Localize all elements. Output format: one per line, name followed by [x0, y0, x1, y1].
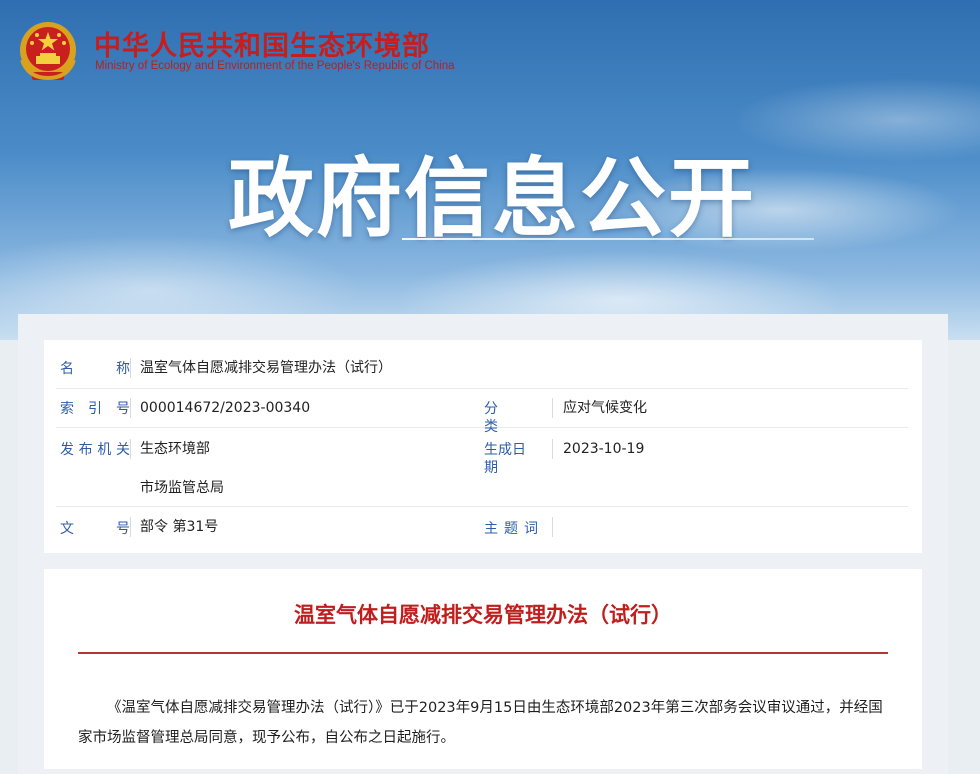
name-value: 温室气体自愿减排交易管理办法（试行） [140, 360, 392, 376]
header-banner: 中华人民共和国生态环境部 Ministry of Ecology and Env… [0, 0, 980, 340]
meta-row-issuer: 发布机关 生态环境部 市场监管总局 生成日期 2023-10-19 [56, 428, 908, 507]
index-label: 索 引 号 [60, 401, 130, 417]
article-title: 温室气体自愿减排交易管理办法（试行） [294, 603, 672, 627]
doc-number-value: 部令 第31号 [140, 519, 219, 535]
keywords-label: 主 题 词 [484, 521, 538, 537]
article-body: 温室气体自愿减排交易管理办法（试行） 《温室气体自愿减排交易管理办法（试行）》已… [44, 569, 922, 769]
separator [552, 398, 553, 418]
issuer-value: 市场监管总局 [140, 480, 224, 496]
banner-title-underline [402, 238, 814, 240]
date-label: 生成日期 [484, 442, 526, 476]
separator [130, 358, 131, 378]
meta-row-docno: 文 号 部令 第31号 主 题 词 [56, 507, 908, 545]
document-metadata-table: 名 称 温室气体自愿减排交易管理办法（试行） 索 引 号 000014672/2… [44, 340, 922, 553]
article-title-divider [78, 652, 888, 654]
name-label: 名 称 [60, 361, 130, 377]
doc-number-label: 文 号 [60, 521, 130, 537]
site-title-cn[interactable]: 中华人民共和国生态环境部 [94, 24, 430, 63]
category-value: 应对气候变化 [563, 400, 647, 416]
issuer-value: 生态环境部 [140, 441, 210, 457]
meta-row-name: 名 称 温室气体自愿减排交易管理办法（试行） [56, 350, 908, 389]
banner-title: 政府信息公开 [228, 149, 756, 249]
site-title-en[interactable]: Ministry of Ecology and Environment of t… [95, 60, 455, 72]
date-value: 2023-10-19 [563, 441, 645, 457]
issuer-label: 发布机关 [60, 442, 130, 458]
separator [552, 439, 553, 459]
meta-row-index: 索 引 号 000014672/2023-00340 分 类 应对气候变化 [56, 389, 908, 435]
national-emblem-icon[interactable] [18, 20, 78, 84]
separator [130, 517, 131, 537]
index-value: 000014672/2023-00340 [140, 400, 311, 416]
separator [130, 398, 131, 418]
separator [130, 439, 131, 459]
separator [552, 517, 553, 537]
article-paragraph: 《温室气体自愿减排交易管理办法（试行）》已于2023年9月15日由生态环境部20… [78, 700, 883, 746]
